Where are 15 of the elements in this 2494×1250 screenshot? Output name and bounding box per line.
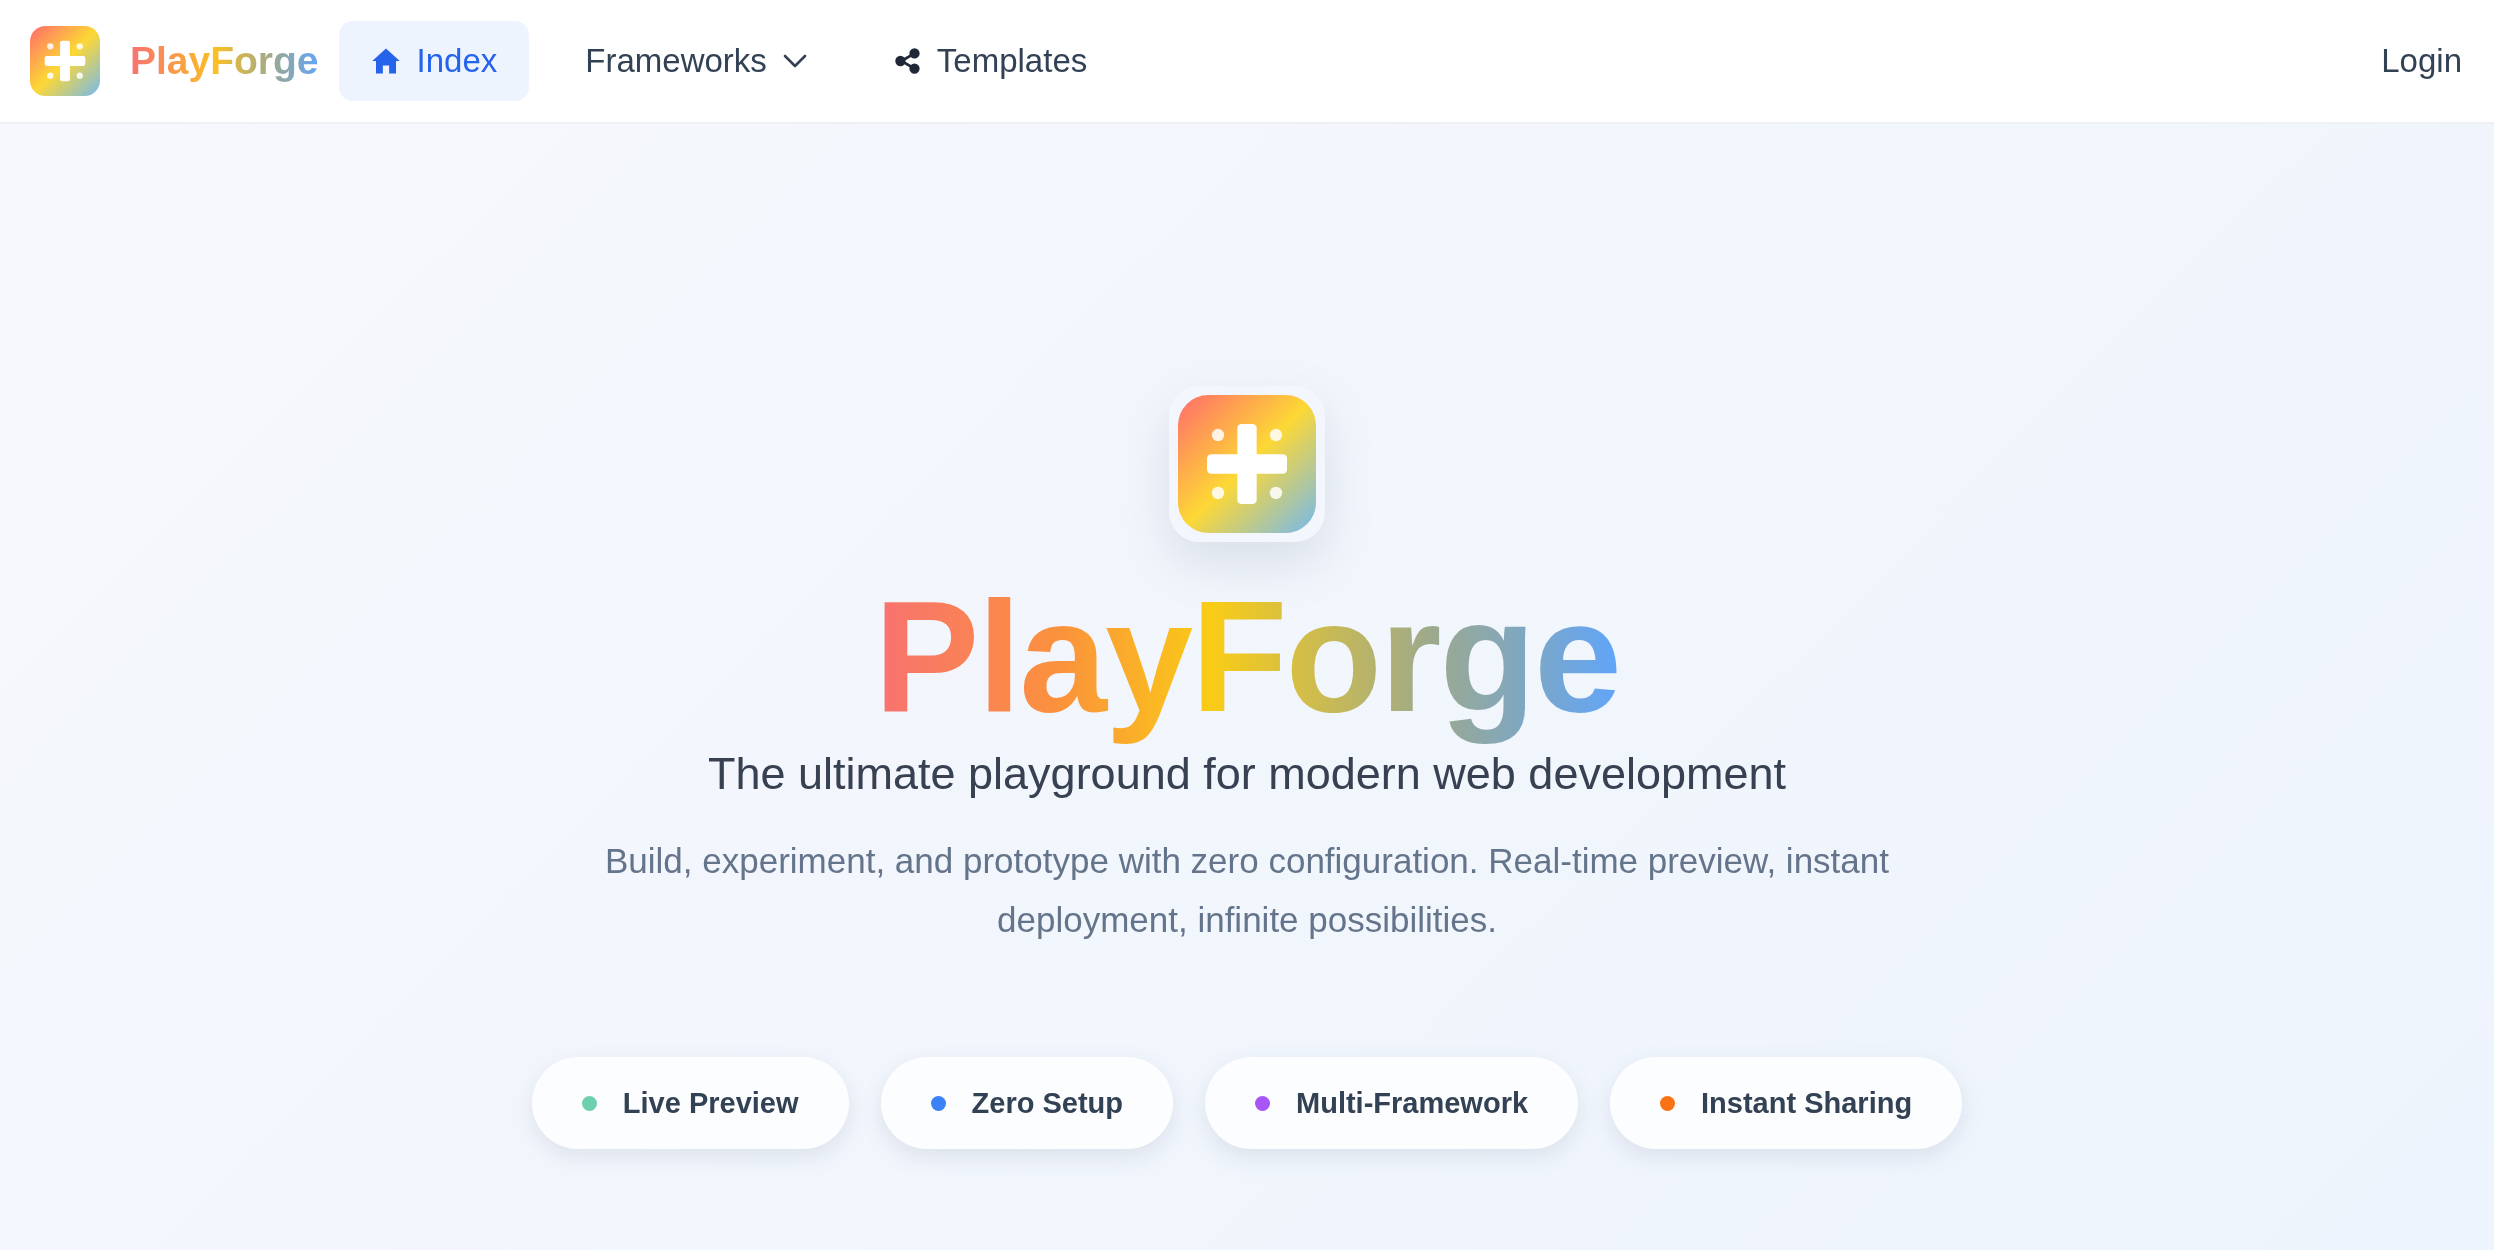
nav-link[interactable]: Frameworks (553, 21, 839, 101)
hero-description: Build, experiment, and prototype with zero configuration. Real-time preview, instant deployment, infinite possibilities. (604, 839, 1890, 941)
hero-logo-icon (1178, 395, 1316, 533)
feature-label: Zero Setup (971, 1086, 1124, 1120)
login-link[interactable]: Login (2381, 42, 2462, 80)
logo-icon[interactable] (30, 26, 100, 96)
chevron-down-icon (782, 54, 807, 68)
share-icon (894, 48, 921, 74)
feature-label: Instant Sharing (1701, 1086, 1913, 1120)
hero-subtitle: The ultimate playground for modern web development (707, 747, 1787, 800)
feature-label: Live Preview (622, 1086, 799, 1120)
nav-link[interactable]: Templates (862, 21, 1120, 101)
feature-label: Multi-Framework (1296, 1086, 1529, 1120)
home-icon (370, 47, 401, 75)
nav-link[interactable]: Index (338, 21, 530, 101)
